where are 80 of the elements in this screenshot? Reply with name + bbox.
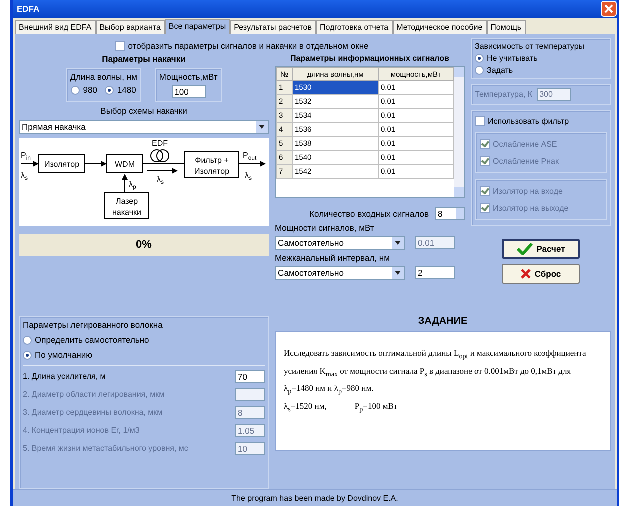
field-label: Количество входных сигналов [310, 208, 429, 218]
power-input[interactable]: 0.01 [415, 236, 455, 249]
parameter-input[interactable]: 70 [235, 370, 265, 383]
diagram-label: λ$_{p}$ [129, 180, 136, 191]
checkbox-label: Ослабление ASE [493, 140, 558, 148]
diagram-label: EDF [152, 139, 168, 148]
field-label: Выбор схемы накачки [100, 106, 188, 116]
diagram-label: P$_{out}$ [243, 151, 257, 162]
radio-button[interactable] [23, 350, 32, 360]
field-label: Мощности сигналов, мВт [275, 223, 376, 233]
tab[interactable]: Внешний вид EDFA [15, 20, 96, 34]
isolator-block: Изолятор [38, 154, 86, 174]
group-title: Зависимость от температуры [475, 42, 586, 51]
option-label: 1480 [117, 85, 136, 95]
parameter-label: 4. Концентрация ионов Er, 1/м3 [23, 426, 140, 435]
field-label: Мощность,мВт [159, 72, 218, 82]
section-heading: Параметры накачки [101, 54, 187, 64]
parameter-label: 5. Время жизни метастабильного уровня, мс [23, 444, 188, 453]
checkmark-icon [516, 243, 533, 255]
task-parameter: P$_{p}$=100 мВт [354, 400, 398, 416]
field-label: Межканальный интервал, нм [275, 253, 391, 263]
diagram-label: λ$_{s}$ [245, 171, 252, 182]
wdm-block: WDM [106, 154, 144, 174]
parameter-input[interactable] [235, 388, 265, 401]
spacing-input[interactable]: 2 [415, 266, 455, 279]
option-label: 980 [83, 85, 98, 95]
option-label: Определить самостоятельно [35, 335, 150, 345]
tab[interactable]: Выбор варианта [96, 20, 165, 34]
tab[interactable]: Методическое пособие [392, 20, 487, 34]
group-title: Параметры легированного волокна [23, 320, 164, 330]
arrow [122, 174, 128, 194]
pump-laser-block: Лазер накачки [104, 192, 150, 220]
parameter-label: 1. Длина усилителя, м [23, 372, 106, 381]
power-input[interactable]: 100 [172, 85, 206, 98]
task-parameter: λ$_{s}$=1520 нм, [284, 400, 327, 416]
radio-button[interactable] [23, 336, 32, 344]
checkbox-label: Использовать фильтр [488, 116, 570, 126]
arrow [146, 168, 178, 174]
tab[interactable]: Помощь [486, 20, 526, 34]
checkbox-label: Изолятор на выходе [493, 204, 569, 212]
status-text: The program has been made by Dovdinov E.A. [232, 494, 398, 502]
filter-block: Фильтр + Изолятор [184, 152, 240, 178]
dropdown[interactable]: Самостоятельно [275, 236, 405, 250]
count-spinner[interactable]: 8 [435, 207, 465, 220]
arrow [20, 161, 39, 167]
cross-icon [520, 269, 531, 279]
diagram-label: λ$_{s}$ [157, 175, 164, 186]
arrow [84, 161, 107, 167]
parameter-label: 3. Диаметр сердцевины волокна, мкм [23, 408, 163, 417]
diagram-label: λ$_{s}$ [21, 171, 28, 182]
option-label: Задать [487, 66, 514, 75]
fiber-coil-icon [150, 150, 170, 162]
radio-button[interactable] [105, 86, 114, 94]
calculate-button[interactable]: Расчет [502, 239, 580, 259]
close-button[interactable] [601, 1, 617, 17]
checkbox[interactable] [115, 41, 126, 51]
tab[interactable]: Результаты расчетов [230, 20, 316, 34]
checkbox-label: Ослабление Pнак [493, 156, 559, 166]
task-text: Исследовать зависимость оптимальной длины L$_{opt}$ и максимального коэффициента усиления K$_{max}$ от мощности сигнала P$_{s}$ в диапазоне от 0.001мВт до 0,1мВт для λ$_{p}$=1480 нм и λ$_{p}$=980 нм. [284, 347, 588, 398]
section-heading: ЗАДАНИЕ [417, 316, 469, 327]
window-title: EDFA [17, 4, 40, 14]
dropdown[interactable]: Самостоятельно [275, 266, 405, 280]
scrollbar[interactable] [454, 67, 464, 197]
arrow [238, 161, 266, 167]
tab[interactable]: Подготовка отчета [316, 20, 393, 34]
option-label: Не учитывать [487, 54, 538, 63]
parameter-label: 2. Диаметр области легирования, мкм [23, 390, 165, 399]
checkbox[interactable] [475, 116, 485, 126]
dropdown[interactable]: Прямая накачка [19, 120, 269, 134]
field-label: Температура, К [475, 90, 533, 99]
checkbox-label: Изолятор на входе [493, 186, 563, 196]
diagram-label: P$_{in}$ [21, 151, 32, 162]
section-heading: Параметры информационных сигналов [290, 54, 450, 63]
field-label: Длина волны, нм [70, 72, 138, 82]
checkbox-label: отобразить параметры сигналов и накачки в отдельном окне [128, 41, 369, 51]
progress-text: 0% [136, 239, 152, 251]
tab[interactable]: Все параметры [164, 19, 230, 34]
option-label: По умолчанию [35, 350, 92, 360]
reset-button[interactable]: Сброс [502, 264, 580, 284]
radio-button[interactable] [71, 86, 80, 94]
